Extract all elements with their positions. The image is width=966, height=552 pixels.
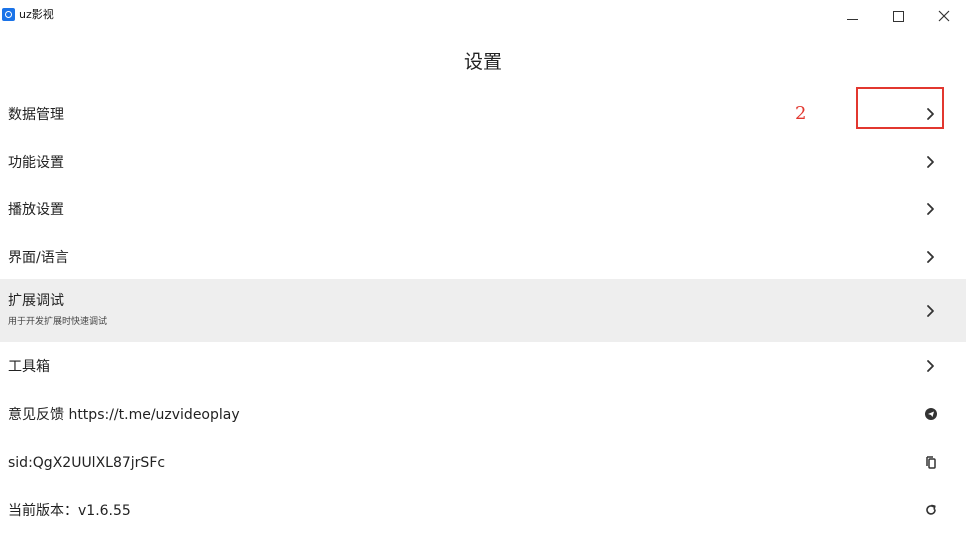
chevron-right-icon <box>920 151 942 173</box>
minimize-icon <box>847 19 858 20</box>
window-title: uz影视 <box>19 8 54 21</box>
settings-item-toolbox[interactable]: 工具箱 <box>0 344 966 392</box>
maximize-button[interactable] <box>875 0 921 32</box>
settings-item-label: 意见反馈 https://t.me/uzvideoplay <box>8 407 240 423</box>
close-icon <box>938 10 950 22</box>
settings-item-data-management[interactable]: 数据管理 <box>0 90 966 138</box>
settings-item-description: 用于开发扩展时快速调试 <box>8 317 108 327</box>
annotation-highlight-box <box>856 87 944 129</box>
annotation-number: 2 <box>795 103 807 124</box>
refresh-icon[interactable] <box>920 499 942 521</box>
settings-item-playback-settings[interactable]: 播放设置 <box>0 186 966 234</box>
chevron-right-icon <box>920 300 942 322</box>
settings-item-label: 功能设置 <box>8 155 64 171</box>
settings-item-interface-language[interactable]: 界面/语言 <box>0 234 966 282</box>
title-bar: uz影视 <box>0 0 966 32</box>
maximize-icon <box>893 11 904 22</box>
chevron-right-icon <box>920 198 942 220</box>
telegram-icon[interactable] <box>920 403 942 425</box>
settings-item-label: 界面/语言 <box>8 250 69 266</box>
settings-item-label: 数据管理 <box>8 107 64 123</box>
app-logo-icon <box>2 8 15 21</box>
settings-item-sid[interactable]: sid:QgX2UUlXL87jrSFc <box>0 440 966 488</box>
chevron-right-icon <box>920 355 942 377</box>
settings-item-label: 播放设置 <box>8 202 64 218</box>
settings-item-function-settings[interactable]: 功能设置 <box>0 138 966 186</box>
settings-item-label: 工具箱 <box>8 359 50 375</box>
settings-item-label: 当前版本：v1.6.55 <box>8 503 131 519</box>
settings-item-version[interactable]: 当前版本：v1.6.55 <box>0 488 966 536</box>
close-button[interactable] <box>921 0 966 32</box>
minimize-button[interactable] <box>829 0 875 32</box>
chevron-right-icon <box>920 246 942 268</box>
page-title: 设置 <box>463 51 502 73</box>
settings-item-label: sid:QgX2UUlXL87jrSFc <box>8 455 166 471</box>
settings-item-feedback[interactable]: 意见反馈 https://t.me/uzvideoplay <box>0 392 966 440</box>
copy-icon[interactable] <box>920 451 942 473</box>
settings-item-label: 扩展调试 <box>8 293 64 309</box>
settings-item-extension-debug[interactable]: 扩展调试 用于开发扩展时快速调试 <box>0 279 966 342</box>
